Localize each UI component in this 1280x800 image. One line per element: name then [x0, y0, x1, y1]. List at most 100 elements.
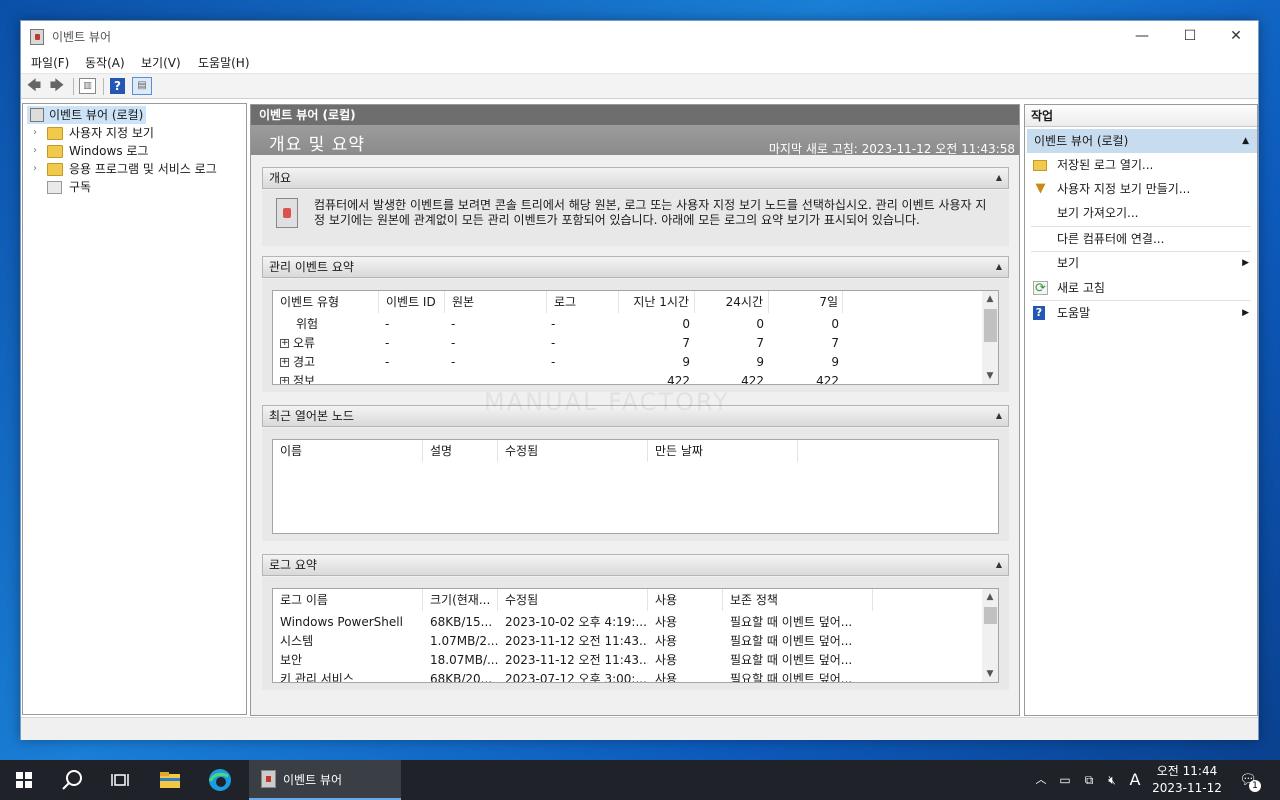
scroll-thumb[interactable]	[984, 309, 997, 342]
row-h24: 422	[741, 374, 764, 384]
vertical-scrollbar[interactable]: ▲ ▼	[982, 589, 998, 682]
expand-arrow-icon[interactable]: ›	[33, 124, 41, 142]
tree-item-custom-views[interactable]: › 사용자 지정 보기	[33, 124, 233, 142]
row-type-label: 오류	[293, 336, 316, 350]
battery-icon[interactable]: ▭	[1054, 760, 1076, 800]
overview-section-header[interactable]: 개요 ▲	[262, 167, 1009, 189]
column-header[interactable]: 지난 1시간	[619, 291, 695, 313]
column-header[interactable]: 설명	[423, 440, 498, 462]
column-header[interactable]: 크기(현재...	[423, 589, 498, 611]
collapse-arrow-icon[interactable]: ▲	[1242, 129, 1249, 153]
scroll-up-icon[interactable]: ▲	[982, 589, 998, 605]
collapse-arrow-icon[interactable]: ▲	[996, 406, 1002, 426]
minimize-button[interactable]: —	[1119, 21, 1165, 51]
menu-view[interactable]: 보기(V)	[141, 54, 181, 71]
volume-muted-icon[interactable]: 🔇︎	[1101, 760, 1123, 800]
console-tree-icon[interactable]: ▥	[79, 78, 96, 94]
clock[interactable]: 오전 11:44 2023-11-12	[1150, 763, 1224, 797]
vertical-scrollbar[interactable]: ▲ ▼	[982, 291, 998, 384]
actions-section-header[interactable]: 이벤트 뷰어 (로컬) ▲	[1027, 129, 1257, 153]
column-header[interactable]: 이름	[273, 440, 423, 462]
action-create-custom-view[interactable]: ▼ 사용자 지정 보기 만들기...	[1027, 177, 1257, 201]
column-header[interactable]: 로그 이름	[273, 589, 423, 611]
forward-arrow-icon[interactable]: 🡆	[48, 77, 66, 95]
scroll-down-icon[interactable]: ▼	[982, 666, 998, 682]
tree-root[interactable]: 이벤트 뷰어 (로컬)	[27, 106, 147, 124]
column-header[interactable]: 이벤트 ID	[379, 291, 445, 313]
log-summary-body: 로그 이름 크기(현재... 수정됨 사용 보존 정책 Windows Powe…	[262, 577, 1009, 690]
column-header[interactable]: 수정됨	[498, 440, 648, 462]
recent-nodes-grid[interactable]: 이름 설명 수정됨 만든 날짜	[272, 439, 999, 534]
column-header[interactable]: 7일	[769, 291, 843, 313]
scroll-thumb[interactable]	[984, 607, 997, 624]
windows-start-icon[interactable]	[0, 760, 48, 800]
log-name: 보안	[280, 653, 303, 667]
action-label: 도움말	[1057, 306, 1091, 320]
log-size: 18.07MB/...	[430, 653, 498, 667]
row-type[interactable]: + 경고	[280, 353, 315, 372]
ime-indicator[interactable]: A	[1124, 760, 1146, 800]
section-title: 개요	[269, 171, 292, 185]
expand-plus-icon[interactable]: +	[280, 358, 289, 367]
back-arrow-icon[interactable]: 🡄	[25, 77, 43, 95]
title-bar[interactable]: 이벤트 뷰어 — ☐ ✕	[21, 21, 1258, 51]
menu-action[interactable]: 동작(A)	[85, 54, 125, 71]
tree-item-app-service-logs[interactable]: › 응용 프로그램 및 서비스 로그	[33, 160, 243, 178]
column-header[interactable]: 만든 날짜	[648, 440, 798, 462]
admin-summary-grid[interactable]: 이벤트 유형 이벤트 ID 원본 로그 지난 1시간 24시간 7일 위험 - …	[272, 290, 999, 385]
close-button[interactable]: ✕	[1213, 21, 1259, 51]
menu-help[interactable]: 도움말(H)	[198, 54, 250, 71]
row-type[interactable]: + 오류	[280, 334, 315, 353]
column-header[interactable]: 수정됨	[498, 589, 648, 611]
network-icon[interactable]: ⧉	[1078, 760, 1100, 800]
subscription-icon	[47, 181, 62, 194]
column-header[interactable]: 보존 정책	[723, 589, 873, 611]
column-header[interactable]: 사용	[648, 589, 723, 611]
collapse-arrow-icon[interactable]: ▲	[996, 257, 1002, 277]
action-label: 보기 가져오기...	[1057, 206, 1139, 220]
column-header[interactable]: 이벤트 유형	[273, 291, 379, 313]
column-header[interactable]: 24시간	[695, 291, 769, 313]
action-refresh[interactable]: ⟳ 새로 고침	[1027, 276, 1257, 300]
admin-summary-section-header[interactable]: 관리 이벤트 요약 ▲	[262, 256, 1009, 278]
scroll-up-icon[interactable]: ▲	[982, 291, 998, 307]
log-summary-grid[interactable]: 로그 이름 크기(현재... 수정됨 사용 보존 정책 Windows Powe…	[272, 588, 999, 683]
row-type-label: 경고	[293, 355, 316, 369]
search-icon[interactable]	[48, 760, 96, 800]
action-open-saved-log[interactable]: 저장된 로그 열기...	[1027, 153, 1257, 177]
collapse-arrow-icon[interactable]: ▲	[996, 555, 1002, 575]
taskbar: 이벤트 뷰어 ︿ ▭ ⧉ 🔇︎ A 오전 11:44 2023-11-12 💬︎…	[0, 760, 1280, 800]
recent-nodes-body: 이름 설명 수정됨 만든 날짜	[262, 428, 1009, 541]
expand-arrow-icon[interactable]: ›	[33, 142, 41, 160]
log-summary-section-header[interactable]: 로그 요약 ▲	[262, 554, 1009, 576]
log-retention: 필요할 때 이벤트 덮어...	[730, 615, 853, 629]
action-help[interactable]: ? 도움말 ▶	[1027, 301, 1257, 325]
action-import-view[interactable]: 보기 가져오기...	[1027, 201, 1257, 225]
file-explorer-icon[interactable]	[146, 760, 194, 800]
expand-plus-icon[interactable]: +	[280, 339, 289, 348]
menu-file[interactable]: 파일(F)	[31, 54, 69, 71]
action-view[interactable]: 보기 ▶	[1027, 251, 1257, 275]
collapse-arrow-icon[interactable]: ▲	[996, 168, 1002, 188]
edge-browser-icon[interactable]	[196, 760, 244, 800]
expand-arrow-icon[interactable]: ›	[33, 160, 41, 178]
expand-plus-icon[interactable]: +	[280, 377, 289, 384]
tray-chevron-icon[interactable]: ︿	[1030, 760, 1052, 800]
row-id: -	[385, 336, 390, 350]
notification-icon[interactable]: 💬︎ 1	[1234, 760, 1262, 800]
task-view-icon[interactable]	[96, 760, 144, 800]
help-icon[interactable]: ?	[110, 78, 125, 94]
page-title: 개요 및 요약	[269, 135, 366, 155]
log-enabled: 사용	[655, 615, 678, 629]
tree-item-windows-logs[interactable]: › Windows 로그	[33, 142, 233, 160]
taskbar-event-viewer[interactable]: 이벤트 뷰어	[249, 760, 401, 800]
maximize-button[interactable]: ☐	[1167, 21, 1213, 51]
tree-item-subscriptions[interactable]: 구독	[33, 178, 233, 196]
action-pane-icon[interactable]: ▤	[132, 77, 152, 95]
column-header[interactable]: 로그	[547, 291, 619, 313]
scroll-down-icon[interactable]: ▼	[982, 368, 998, 384]
section-title: 최근 열어본 노드	[269, 409, 354, 423]
action-connect-computer[interactable]: 다른 컴퓨터에 연결...	[1027, 227, 1257, 251]
column-header[interactable]: 원본	[445, 291, 547, 313]
row-type[interactable]: + 정보	[280, 372, 315, 384]
